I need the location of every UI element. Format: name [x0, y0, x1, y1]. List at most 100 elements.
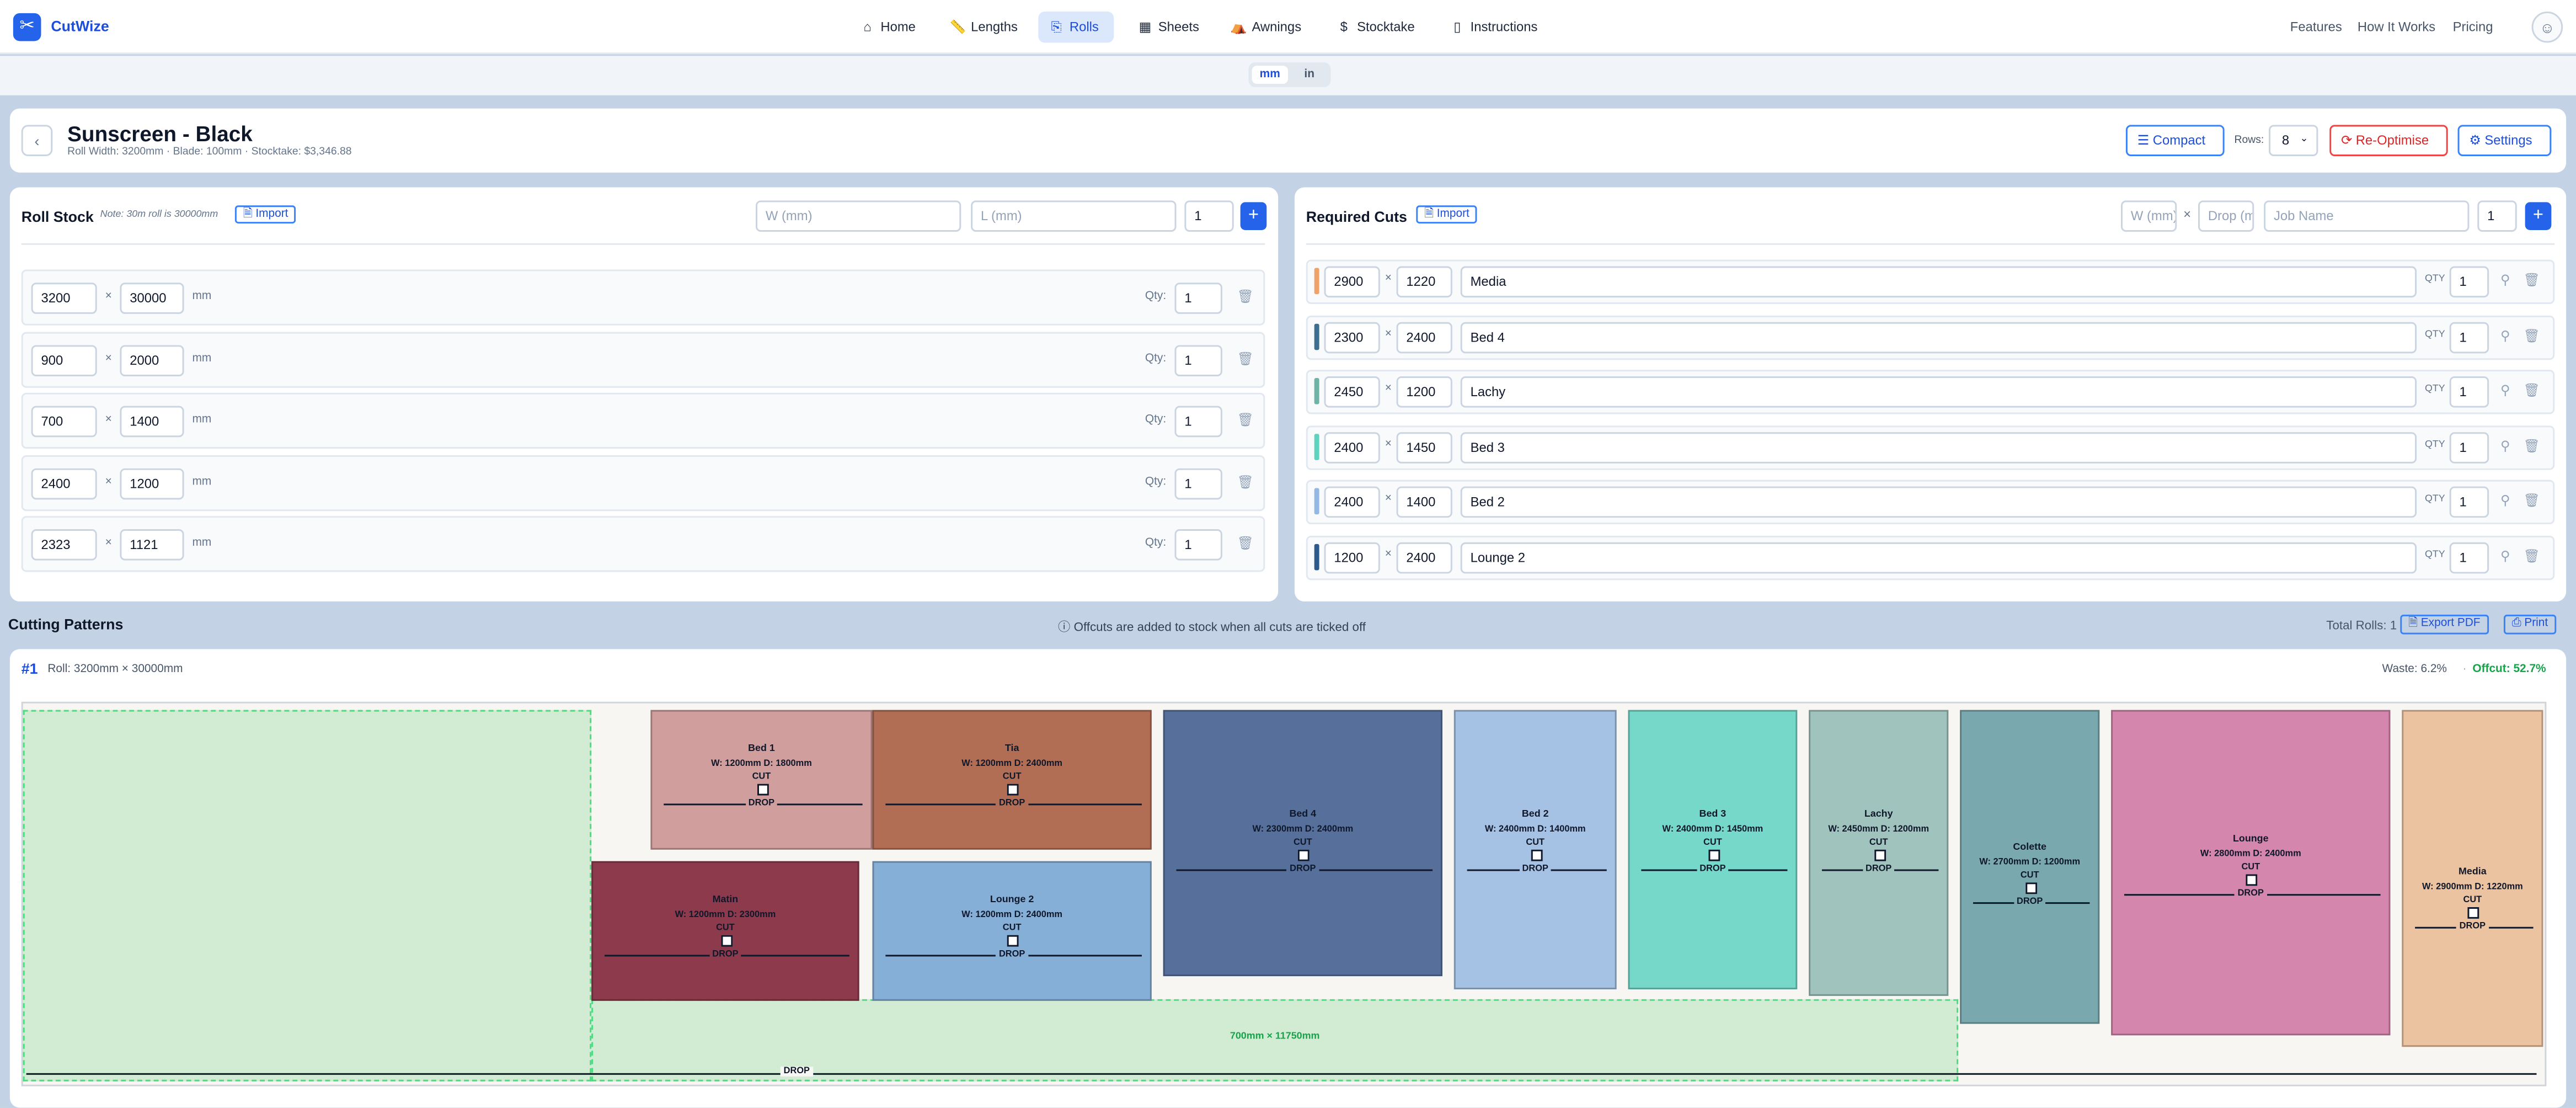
cut-piece[interactable]: Bed 1 W: 1200mm D: 1800mm CUT DROP	[650, 710, 873, 850]
trash-icon[interactable]: 🗑	[2524, 493, 2540, 508]
trash-icon[interactable]: 🗑	[1237, 536, 1254, 551]
cut-drop-field[interactable]: 2400	[1396, 322, 1452, 354]
nav-awnings[interactable]: ⛺ Awnings	[1221, 12, 1311, 43]
trash-icon[interactable]: 🗑	[1237, 289, 1254, 304]
pin-icon[interactable]: ⚲	[2500, 549, 2510, 564]
cut-checkbox[interactable]	[1297, 849, 1310, 861]
cut-piece[interactable]: Lachy W: 2450mm D: 1200mm CUT DROP	[1809, 710, 1949, 996]
cut-checkbox[interactable]	[1530, 849, 1542, 861]
cut-drop-input[interactable]: Drop (mm)	[2198, 200, 2254, 232]
stock-length-input[interactable]: 1121	[120, 529, 184, 561]
cut-checkbox[interactable]	[1873, 849, 1885, 861]
stock-length-input[interactable]: 1400	[120, 406, 184, 438]
trash-icon[interactable]: 🗑	[2524, 439, 2540, 454]
unit-mm-button[interactable]: mm	[1252, 66, 1288, 84]
cut-checkbox[interactable]	[1707, 849, 1719, 861]
nav-stocktake[interactable]: $ Stocktake	[1326, 12, 1424, 43]
cut-checkbox[interactable]	[2024, 882, 2037, 894]
cut-drop-field[interactable]: 1200	[1396, 376, 1452, 408]
cut-width-input[interactable]: W (mm)	[2120, 200, 2177, 232]
cut-qty-field[interactable]: 1	[2449, 376, 2489, 408]
stock-width-input[interactable]: 2400	[31, 468, 97, 500]
cut-checkbox[interactable]	[756, 784, 768, 796]
link-features[interactable]: Features	[2290, 20, 2342, 35]
stock-width-input[interactable]: 2323	[31, 529, 97, 561]
compact-button[interactable]: ☰ Compact	[2125, 125, 2225, 156]
cut-job-name-field[interactable]: Bed 3	[1460, 432, 2417, 464]
cut-job-name-field[interactable]: Bed 4	[1460, 322, 2417, 354]
stock-width-input[interactable]: 3200	[31, 283, 97, 314]
trash-icon[interactable]: 🗑	[2524, 273, 2540, 287]
cut-piece[interactable]: Bed 3 W: 2400mm D: 1450mm CUT DROP	[1628, 710, 1798, 989]
link-how-it-works[interactable]: How It Works	[2358, 20, 2435, 35]
rows-select[interactable]: 8 ⌄	[2269, 125, 2318, 156]
roll-stock-import-button[interactable]: 🗎 Import	[234, 205, 297, 224]
cut-piece[interactable]: Bed 4 W: 2300mm D: 2400mm CUT DROP	[1163, 710, 1442, 977]
nav-rolls[interactable]: ⎘ Rolls	[1038, 11, 1114, 43]
cut-qty-field[interactable]: 1	[2449, 322, 2489, 354]
trash-icon[interactable]: 🗑	[1237, 413, 1254, 428]
export-pdf-button[interactable]: 🗎 Export PDF	[2400, 614, 2489, 635]
cut-checkbox[interactable]	[1007, 935, 1019, 947]
cut-width-field[interactable]: 2900	[1324, 266, 1380, 298]
reoptimise-button[interactable]: ⟳ Re-Optimise	[2329, 125, 2448, 156]
cut-drop-field[interactable]: 1450	[1396, 432, 1452, 464]
cut-job-name-field[interactable]: Bed 2	[1460, 486, 2417, 518]
cut-qty-field[interactable]: 1	[2449, 542, 2489, 574]
link-pricing[interactable]: Pricing	[2453, 20, 2493, 35]
add-cut-button[interactable]: +	[2525, 202, 2552, 230]
roll-width-input[interactable]: W (mm)	[756, 200, 961, 232]
trash-icon[interactable]: 🗑	[1237, 475, 1254, 490]
cut-qty-field[interactable]: 1	[2449, 266, 2489, 298]
trash-icon[interactable]: 🗑	[2524, 549, 2540, 564]
cut-width-field[interactable]: 2450	[1324, 376, 1380, 408]
stock-width-input[interactable]: 900	[31, 345, 97, 377]
cut-width-field[interactable]: 2400	[1324, 486, 1380, 518]
trash-icon[interactable]: 🗑	[2524, 383, 2540, 398]
nav-lengths[interactable]: 📏 Lengths	[940, 12, 1028, 43]
stock-length-input[interactable]: 1200	[120, 468, 184, 500]
cut-piece[interactable]: Matin W: 1200mm D: 2300mm CUT DROP	[591, 861, 859, 1001]
add-roll-button[interactable]: +	[1240, 202, 1267, 230]
user-avatar-icon[interactable]: ☺	[2531, 11, 2563, 43]
pin-icon[interactable]: ⚲	[2500, 439, 2510, 454]
cut-piece[interactable]: Bed 2 W: 2400mm D: 1400mm CUT DROP	[1453, 710, 1617, 989]
cut-job-name-field[interactable]: Media	[1460, 266, 2417, 298]
cut-checkbox[interactable]	[720, 935, 732, 947]
cut-checkbox[interactable]	[2467, 907, 2479, 919]
unit-in-button[interactable]: in	[1291, 66, 1328, 84]
cut-piece[interactable]: Tia W: 1200mm D: 2400mm CUT DROP	[872, 710, 1152, 850]
cut-drop-field[interactable]: 2400	[1396, 542, 1452, 574]
trash-icon[interactable]: 🗑	[1237, 351, 1254, 366]
trash-icon[interactable]: 🗑	[2524, 329, 2540, 344]
roll-qty-input[interactable]: 1	[1184, 200, 1234, 232]
stock-qty-input[interactable]: 1	[1174, 529, 1222, 561]
pin-icon[interactable]: ⚲	[2500, 329, 2510, 344]
cut-drop-field[interactable]: 1220	[1396, 266, 1452, 298]
pin-icon[interactable]: ⚲	[2500, 273, 2510, 287]
stock-length-input[interactable]: 2000	[120, 345, 184, 377]
stock-length-input[interactable]: 30000	[120, 283, 184, 314]
cut-piece[interactable]: Lounge W: 2800mm D: 2400mm CUT DROP	[2111, 710, 2391, 1036]
nav-sheets[interactable]: ▦ Sheets	[1127, 12, 1209, 43]
cut-piece[interactable]: Lounge 2 W: 1200mm D: 2400mm CUT DROP	[872, 861, 1152, 1001]
cut-checkbox[interactable]	[2246, 874, 2258, 886]
cut-piece[interactable]: Media W: 2900mm D: 1220mm CUT DROP	[2402, 710, 2543, 1047]
cut-job-name-field[interactable]: Lachy	[1460, 376, 2417, 408]
cut-qty-field[interactable]: 1	[2449, 432, 2489, 464]
stock-qty-input[interactable]: 1	[1174, 283, 1222, 314]
stock-qty-input[interactable]: 1	[1174, 468, 1222, 500]
cut-width-field[interactable]: 1200	[1324, 542, 1380, 574]
app-name[interactable]: CutWize	[51, 18, 109, 35]
scissors-logo-icon[interactable]: ✂	[13, 13, 41, 41]
job-name-input[interactable]: Job Name	[2264, 200, 2470, 232]
print-button[interactable]: ⎙ Print	[2503, 614, 2557, 635]
stock-qty-input[interactable]: 1	[1174, 345, 1222, 377]
nav-instructions[interactable]: ▯ Instructions	[1439, 12, 1547, 43]
cut-width-field[interactable]: 2300	[1324, 322, 1380, 354]
cut-job-name-field[interactable]: Lounge 2	[1460, 542, 2417, 574]
roll-length-input[interactable]: L (mm)	[971, 200, 1177, 232]
cut-qty-field[interactable]: 1	[2449, 486, 2489, 518]
stock-qty-input[interactable]: 1	[1174, 406, 1222, 438]
cut-piece[interactable]: Colette W: 2700mm D: 1200mm CUT DROP	[1960, 710, 2100, 1024]
